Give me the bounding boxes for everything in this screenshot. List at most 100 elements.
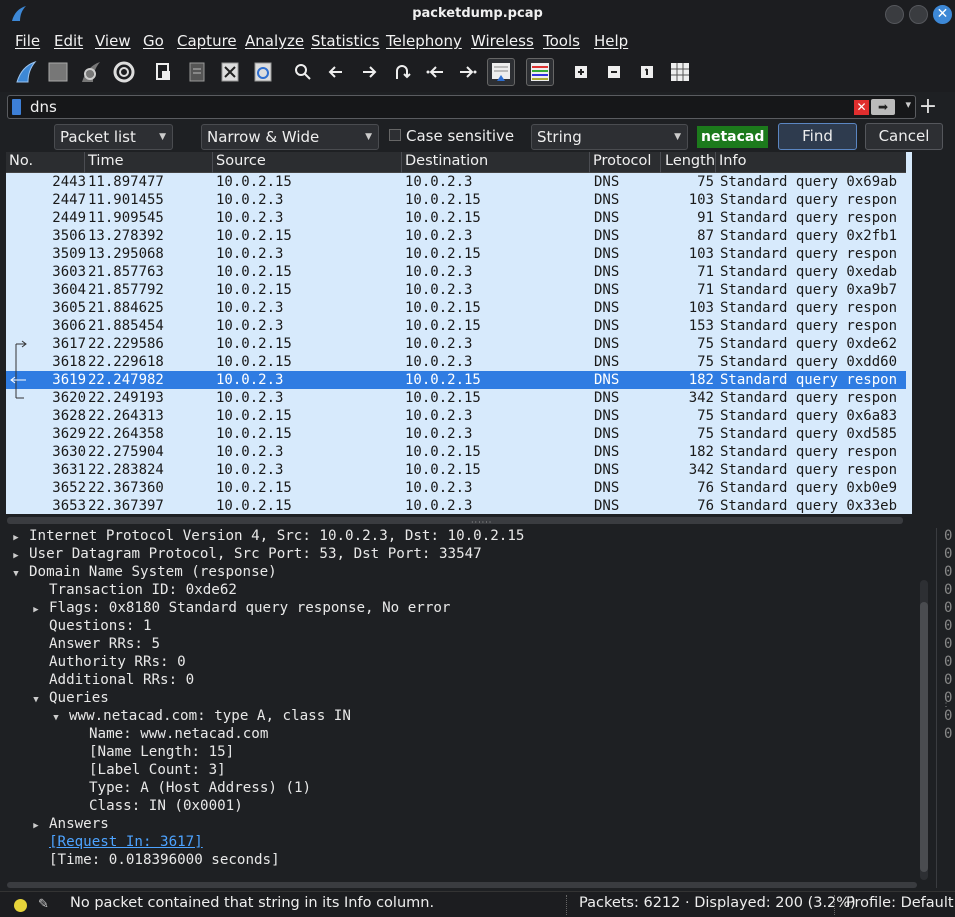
details-scrollbar-thumb[interactable] — [920, 602, 928, 872]
details-vertical-scrollbar[interactable] — [920, 580, 928, 880]
column-separator[interactable] — [715, 152, 716, 173]
display-filter-input[interactable]: dns ✕ ➡ ▾ — [7, 95, 916, 119]
clear-filter-icon[interactable]: ✕ — [854, 100, 869, 115]
tree-item[interactable]: Authority RRs: 0 — [30, 653, 186, 671]
tree-item[interactable]: ▼ Domain Name System (response) — [10, 563, 276, 583]
table-row[interactable]: 3630 22.275904 10.0.2.3 10.0.2.15 DNS 182 Stan… — [6, 443, 907, 461]
splitter-handle-icon[interactable]: ⋮ — [941, 698, 951, 709]
tree-item[interactable]: Answer RRs: 5 — [30, 635, 160, 653]
chevron-down-icon[interactable]: ▼ — [10, 565, 22, 583]
autoscroll-icon[interactable] — [487, 58, 515, 86]
table-row[interactable]: 3617 22.229586 10.0.2.15 10.0.2.3 DNS 75 Stand… — [6, 335, 907, 353]
menu-view[interactable]: View — [95, 32, 131, 50]
column-time[interactable]: Time — [88, 153, 124, 169]
table-row[interactable]: 2447 11.901455 10.0.2.3 10.0.2.15 DNS 103 Stan… — [6, 191, 907, 209]
table-row[interactable]: 3604 21.857792 10.0.2.15 10.0.2.3 DNS 71 Stand… — [6, 281, 907, 299]
table-row[interactable]: 3605 21.884625 10.0.2.3 10.0.2.15 DNS 103 Stan… — [6, 299, 907, 317]
tree-item[interactable]: [Label Count: 3] — [70, 761, 226, 779]
minimize-button[interactable] — [885, 5, 904, 24]
find-packet-icon[interactable] — [289, 58, 317, 86]
go-to-packet-icon[interactable] — [388, 58, 416, 86]
go-back-icon[interactable] — [322, 58, 350, 86]
add-filter-button[interactable]: + — [918, 94, 938, 119]
chevron-down-icon[interactable]: ▼ — [30, 691, 42, 709]
find-button[interactable]: Find — [778, 123, 857, 150]
tree-item[interactable]: Questions: 1 — [30, 617, 152, 635]
display-filter-text[interactable]: dns — [30, 98, 57, 116]
table-row[interactable]: 3631 22.283824 10.0.2.3 10.0.2.15 DNS 342 Stan… — [6, 461, 907, 479]
tree-item[interactable]: Class: IN (0x0001) — [70, 797, 243, 815]
tree-item[interactable]: [Name Length: 15] — [70, 743, 234, 761]
search-type-select[interactable]: String ▼ — [531, 124, 688, 150]
packet-list-horizontal-scrollbar[interactable] — [7, 517, 903, 524]
save-file-icon[interactable] — [183, 58, 211, 86]
tree-item[interactable]: ▶ Answers — [30, 815, 109, 833]
capture-options-icon[interactable] — [110, 58, 138, 86]
tree-item[interactable]: ▶ Internet Protocol Version 4, Src: 10.0.… — [10, 528, 524, 545]
start-capture-icon[interactable] — [12, 58, 40, 86]
restart-capture-icon[interactable] — [77, 58, 105, 86]
reload-file-icon[interactable] — [249, 58, 277, 86]
colorize-icon[interactable] — [526, 58, 554, 86]
cancel-button[interactable]: Cancel — [865, 123, 943, 150]
tree-item[interactable]: ▶ Flags: 0x8180 Standard query response, … — [30, 599, 450, 617]
column-separator[interactable] — [212, 152, 213, 173]
stop-capture-icon[interactable] — [44, 58, 72, 86]
column-source[interactable]: Source — [216, 153, 266, 169]
packet-list[interactable]: No. Time Source Destination Protocol Len… — [6, 152, 907, 514]
column-protocol[interactable]: Protocol — [593, 153, 651, 169]
column-length[interactable]: Length — [665, 153, 715, 169]
tree-item[interactable]: Type: A (Host Address) (1) — [70, 779, 311, 797]
table-row[interactable]: 3653 22.367397 10.0.2.15 10.0.2.3 DNS 76 Stand… — [6, 497, 907, 514]
search-string-input[interactable]: netacad — [697, 126, 768, 148]
normal-size-icon[interactable] — [633, 58, 661, 86]
tree-item[interactable]: [Time: 0.018396000 seconds] — [30, 851, 280, 869]
filter-history-dropdown-icon[interactable]: ▾ — [905, 98, 911, 111]
zoom-out-icon[interactable] — [600, 58, 628, 86]
chevron-down-icon[interactable]: ▼ — [50, 709, 62, 727]
table-row[interactable]: 2449 11.909545 10.0.2.3 10.0.2.15 DNS 91 Stand… — [6, 209, 907, 227]
table-row[interactable]: 3506 13.278392 10.0.2.15 10.0.2.3 DNS 87 Stand… — [6, 227, 907, 245]
tree-item[interactable]: ▼ Queries — [30, 689, 109, 707]
column-separator[interactable] — [401, 152, 402, 173]
profile-status[interactable]: Profile: Default — [846, 895, 954, 911]
menu-analyze[interactable]: Analyze — [245, 32, 304, 50]
menu-tools[interactable]: Tools — [543, 32, 580, 50]
menu-file[interactable]: File — [15, 32, 40, 50]
tree-item[interactable]: Transaction ID: 0xde62 — [30, 581, 237, 599]
table-row[interactable]: 3603 21.857763 10.0.2.15 10.0.2.3 DNS 71 Stand… — [6, 263, 907, 281]
menu-help[interactable]: Help — [594, 32, 628, 50]
capture-comment-icon[interactable]: ✎ — [38, 897, 49, 912]
table-row[interactable]: 3619 22.247982 10.0.2.3 10.0.2.15 DNS 182 Stan… — [6, 371, 907, 389]
table-row[interactable]: 3618 22.229618 10.0.2.15 10.0.2.3 DNS 75 Stand… — [6, 353, 907, 371]
column-destination[interactable]: Destination — [405, 153, 488, 169]
search-in-select[interactable]: Packet list ▼ — [54, 124, 173, 150]
close-window-button[interactable]: ✕ — [933, 5, 952, 24]
details-horizontal-scrollbar[interactable] — [7, 882, 917, 888]
splitter-handle-icon[interactable]: ······ — [471, 518, 492, 527]
menu-telephony[interactable]: Telephony — [386, 32, 462, 50]
tree-item[interactable]: [Request In: 3617] — [30, 833, 203, 851]
packet-details-tree[interactable]: ▶ Internet Protocol Version 4, Src: 10.0.… — [6, 528, 930, 883]
pane-splitter[interactable]: ······ — [0, 514, 955, 528]
menu-statistics[interactable]: Statistics — [311, 32, 380, 50]
table-row[interactable]: 3652 22.367360 10.0.2.15 10.0.2.3 DNS 76 Stand… — [6, 479, 907, 497]
tree-item[interactable]: Name: www.netacad.com — [70, 725, 268, 743]
expert-info-icon[interactable] — [14, 899, 27, 912]
apply-filter-icon[interactable]: ➡ — [871, 99, 895, 115]
table-row[interactable]: 2443 11.897477 10.0.2.15 10.0.2.3 DNS 75 Stand… — [6, 173, 907, 191]
first-packet-icon[interactable] — [421, 58, 449, 86]
tree-item[interactable]: ▶ User Datagram Protocol, Src Port: 53, D… — [10, 545, 481, 563]
case-sensitive-checkbox[interactable] — [389, 129, 401, 141]
table-row[interactable]: 3629 22.264358 10.0.2.15 10.0.2.3 DNS 75 Stand… — [6, 425, 907, 443]
column-separator[interactable] — [660, 152, 661, 173]
tree-item[interactable]: ▼ www.netacad.com: type A, class IN — [50, 707, 351, 725]
maximize-button[interactable] — [909, 5, 928, 24]
menu-capture[interactable]: Capture — [177, 32, 237, 50]
column-info[interactable]: Info — [719, 153, 746, 169]
menu-go[interactable]: Go — [143, 32, 164, 50]
column-separator[interactable] — [84, 152, 85, 173]
char-width-select[interactable]: Narrow & Wide ▼ — [201, 124, 379, 150]
zoom-in-icon[interactable] — [567, 58, 595, 86]
open-file-icon[interactable] — [150, 58, 178, 86]
